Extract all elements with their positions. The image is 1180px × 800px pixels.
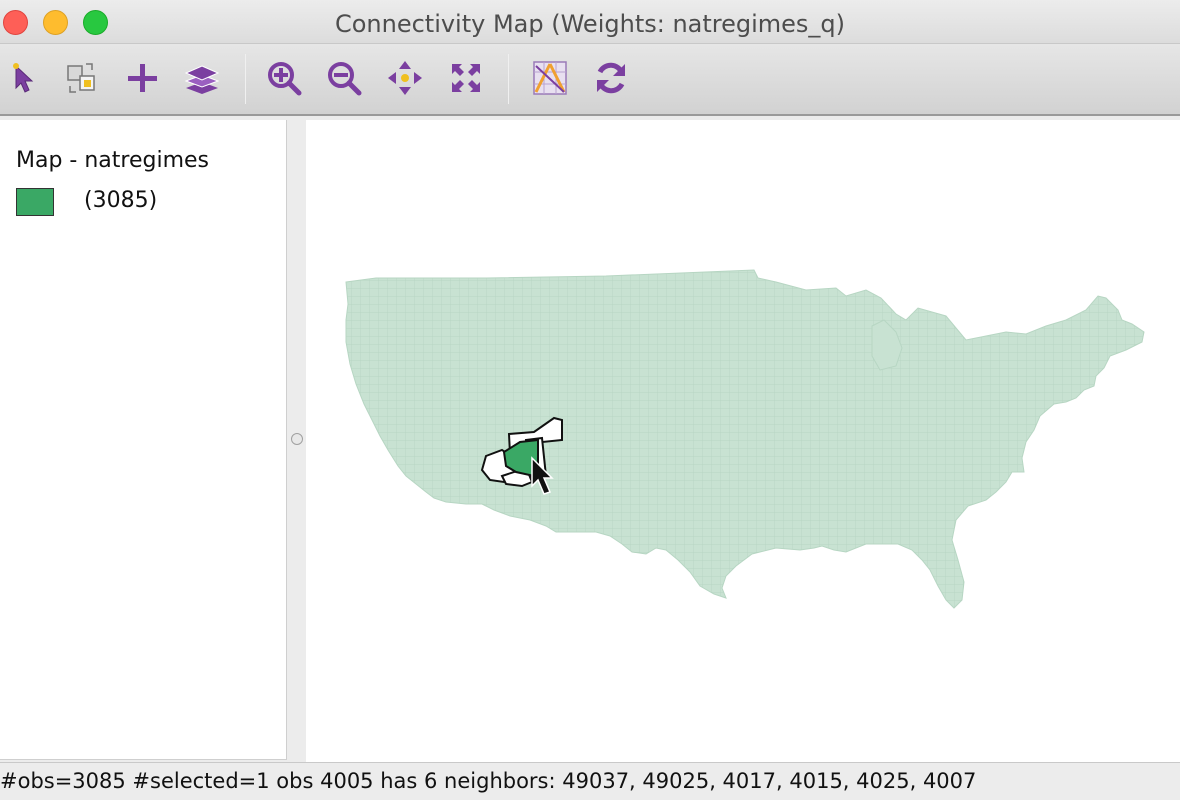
magnifier-minus-icon — [328, 62, 362, 96]
title-bar: Connectivity Map (Weights: natregimes_q) — [0, 0, 1180, 44]
zoom-in-button[interactable] — [264, 58, 304, 98]
refresh-icon — [597, 62, 625, 94]
layers-stack-icon — [184, 65, 220, 94]
add-layer-button[interactable] — [122, 58, 162, 98]
window-title: Connectivity Map (Weights: natregimes_q) — [334, 10, 846, 38]
legend-panel: Map - natregimes (3085) — [0, 120, 287, 760]
zoom-out-button[interactable] — [324, 58, 364, 98]
select-shapes-icon — [67, 63, 95, 93]
basemap-icon — [533, 61, 567, 95]
selection-mode-button[interactable] — [62, 58, 102, 98]
pointer-arrow-icon — [13, 63, 34, 93]
move-arrows-icon — [388, 61, 422, 95]
splitter-handle[interactable] — [291, 433, 303, 445]
panel-splitter[interactable] — [288, 120, 306, 760]
select-tool-button[interactable] — [4, 58, 44, 98]
county-boundaries — [346, 270, 1144, 608]
magnifier-plus-icon — [268, 62, 302, 96]
pan-button[interactable] — [385, 58, 425, 98]
status-bar: #obs=3085 #selected=1 obs 4005 has 6 nei… — [0, 762, 1180, 800]
map-toolbar — [0, 44, 1180, 116]
fit-extent-button[interactable] — [446, 58, 486, 98]
basemap-button[interactable] — [530, 58, 570, 98]
status-text: #obs=3085 #selected=1 obs 4005 has 6 nei… — [0, 769, 977, 793]
us-counties-map[interactable] — [306, 120, 1180, 762]
legend-title: Map - natregimes — [16, 148, 210, 173]
refresh-button[interactable] — [591, 58, 631, 98]
legend-color-swatch[interactable] — [16, 188, 54, 216]
toolbar-separator — [508, 54, 509, 104]
map-canvas[interactable] — [306, 120, 1180, 762]
legend-category-label: (3085) — [84, 188, 158, 213]
layers-button[interactable] — [182, 58, 222, 98]
plus-icon — [128, 64, 157, 92]
expand-arrows-icon — [452, 64, 480, 92]
toolbar-separator — [245, 54, 246, 104]
